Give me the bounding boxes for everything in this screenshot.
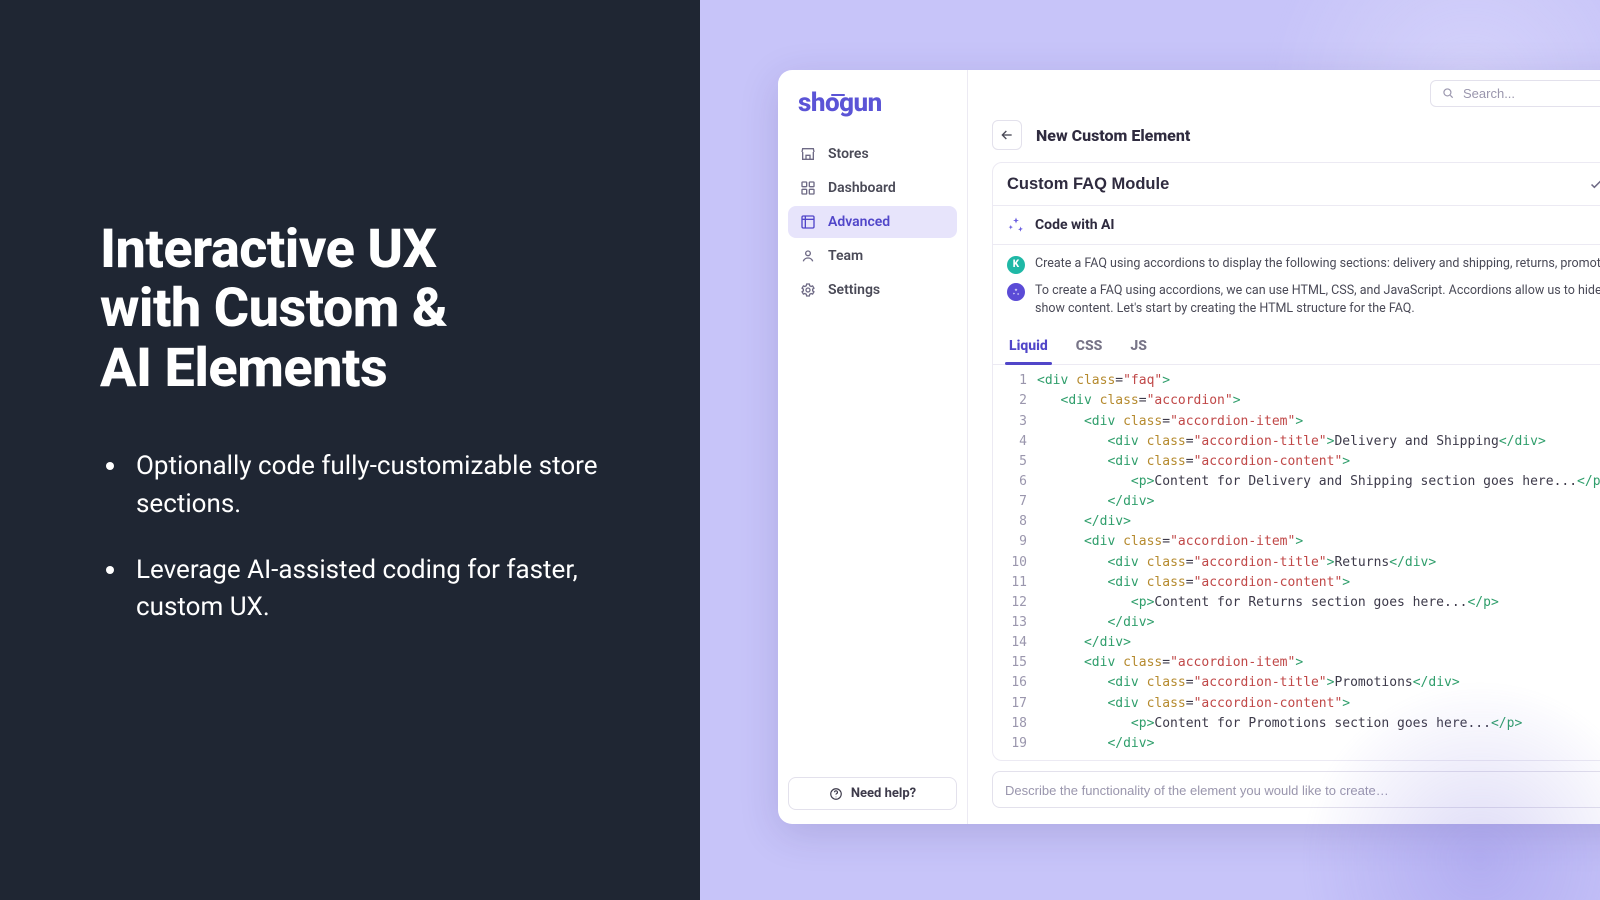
sidebar-item-stores[interactable]: Stores <box>788 138 957 170</box>
preview-backdrop: shogun Stores Dashboard <box>700 0 1600 900</box>
marketing-bullets: Optionally code fully-customizable store… <box>100 448 630 627</box>
editor-panel: Code with AI K Create a FAQ using accord… <box>992 162 1600 761</box>
brand-logo[interactable]: shogun <box>788 88 957 138</box>
search-field[interactable] <box>1430 80 1600 107</box>
sidebar-item-team[interactable]: Team <box>788 240 957 272</box>
line-gutter: 1 2 3 4 5 6 7 8 9 10 11 12 13 14 15 16 1… <box>993 371 1037 754</box>
headline-line-3: AI Elements <box>100 337 387 400</box>
settings-icon <box>800 282 816 298</box>
search-input[interactable] <box>1463 86 1600 101</box>
page-header: New Custom Element <box>968 116 1600 162</box>
sidebar-item-advanced[interactable]: Advanced <box>788 206 957 238</box>
code-with-ai-label: Code with AI <box>1035 217 1115 233</box>
bullet-item: Leverage AI-assisted coding for faster, … <box>100 552 630 627</box>
check-icon <box>1588 176 1600 193</box>
marketing-headline: Interactive UX with Custom & AI Elements <box>100 220 630 398</box>
search-icon <box>1441 86 1455 100</box>
sidebar: shogun Stores Dashboard <box>778 70 968 824</box>
tab-css[interactable]: CSS <box>1074 328 1105 364</box>
sidebar-item-label: Dashboard <box>828 180 896 196</box>
team-icon <box>800 248 816 264</box>
element-name-row <box>993 163 1600 206</box>
ai-chat: K Create a FAQ using accordions to displ… <box>993 245 1600 322</box>
marketing-panel: Interactive UX with Custom & AI Elements… <box>0 0 700 900</box>
code-editor[interactable]: 1 2 3 4 5 6 7 8 9 10 11 12 13 14 15 16 1… <box>993 365 1600 760</box>
sidebar-item-label: Stores <box>828 146 869 162</box>
tab-js[interactable]: JS <box>1128 328 1149 364</box>
brand-macron-icon <box>831 94 845 96</box>
headline-line-2: with Custom & <box>100 277 447 340</box>
sidebar-item-label: Advanced <box>828 214 890 230</box>
sidebar-nav: Stores Dashboard Advanced <box>788 138 957 306</box>
chat-user-msg: Create a FAQ using accordions to display… <box>1035 255 1600 273</box>
advanced-icon <box>800 214 816 230</box>
arrow-left-icon <box>999 127 1015 143</box>
chat-ai-msg: To create a FAQ using accordions, we can… <box>1035 282 1600 318</box>
user-avatar: K <box>1007 256 1025 274</box>
sidebar-item-settings[interactable]: Settings <box>788 274 957 306</box>
bullet-item: Optionally code fully-customizable store… <box>100 448 630 523</box>
main-area: New Custom Element <box>968 70 1600 824</box>
brand-name: shogun <box>798 88 882 118</box>
ai-avatar <box>1007 283 1025 301</box>
code-tabs: Liquid CSS JS <box>993 328 1600 365</box>
ai-prompt-row[interactable] <box>992 771 1600 808</box>
sidebar-item-label: Settings <box>828 282 880 298</box>
element-name-input[interactable] <box>1007 175 1575 194</box>
need-help-label: Need help? <box>851 786 916 801</box>
chat-user-line: K Create a FAQ using accordions to displ… <box>1007 255 1600 274</box>
headline-line-1: Interactive UX <box>100 218 437 281</box>
confirm-name-button[interactable] <box>1585 173 1600 195</box>
ai-prompt-input[interactable] <box>1005 783 1600 798</box>
need-help-button[interactable]: Need help? <box>788 777 957 810</box>
code-lines: <div class="faq"> <div class="accordion"… <box>1037 371 1600 754</box>
stores-icon <box>800 146 816 162</box>
sparkles-icon <box>1007 216 1025 234</box>
topbar <box>968 70 1600 116</box>
app-window: shogun Stores Dashboard <box>778 70 1600 824</box>
chat-ai-line: To create a FAQ using accordions, we can… <box>1007 282 1600 318</box>
page-title: New Custom Element <box>1036 126 1190 145</box>
dashboard-icon <box>800 180 816 196</box>
help-icon <box>829 787 843 801</box>
sidebar-item-label: Team <box>828 248 863 264</box>
code-with-ai-row[interactable]: Code with AI <box>993 206 1600 245</box>
back-button[interactable] <box>992 120 1022 150</box>
sidebar-item-dashboard[interactable]: Dashboard <box>788 172 957 204</box>
tab-liquid[interactable]: Liquid <box>1007 328 1050 364</box>
